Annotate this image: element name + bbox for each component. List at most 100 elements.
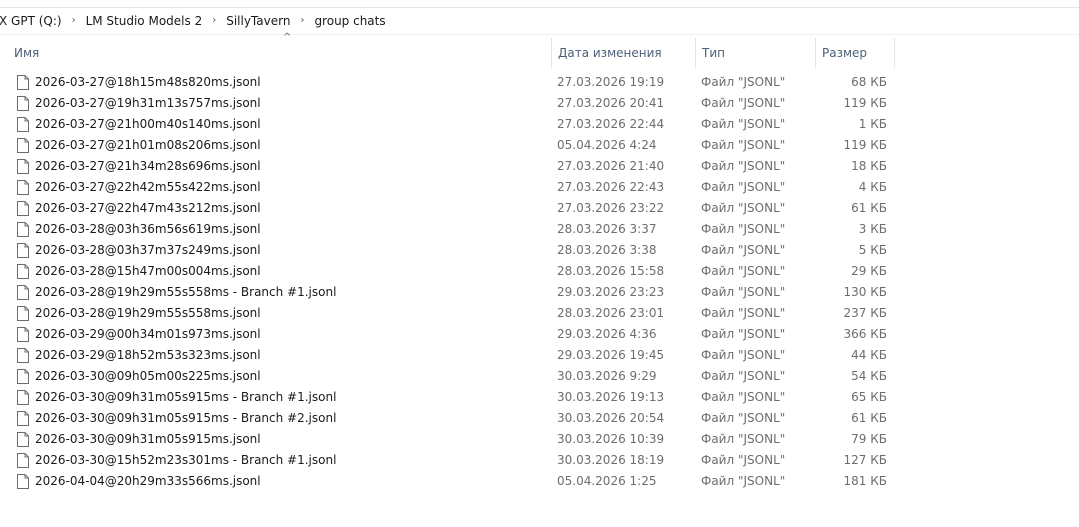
file-icon <box>17 306 29 321</box>
file-date: 27.03.2026 20:41 <box>557 96 665 110</box>
file-row[interactable]: 2026-03-27@19h31m13s757ms.jsonl 27.03.202… <box>0 93 1079 114</box>
file-icon <box>17 411 29 426</box>
file-date: 28.03.2026 15:58 <box>557 264 665 278</box>
file-size: 61 КБ <box>851 411 887 425</box>
file-row[interactable]: 2026-03-28@19h29m55s558ms.jsonl 28.03.202… <box>0 303 1079 324</box>
file-row[interactable]: 2026-04-04@20h29m33s566ms.jsonl 05.04.202… <box>0 471 1079 492</box>
file-row[interactable]: 2026-03-28@03h36m56s619ms.jsonl 28.03.202… <box>0 219 1079 240</box>
column-headers: ^ Имя Дата изменения Тип Размер <box>0 32 1079 68</box>
file-row[interactable]: 2026-03-29@18h52m53s323ms.jsonl 29.03.202… <box>0 345 1079 366</box>
file-type: Файл "JSONL" <box>701 369 786 383</box>
column-header-size-label: Размер <box>822 46 868 60</box>
file-type: Файл "JSONL" <box>701 390 786 404</box>
file-row[interactable]: 2026-03-30@15h52m23s301ms - Branch #1.js… <box>0 450 1079 471</box>
file-date: 05.04.2026 1:25 <box>557 474 657 488</box>
file-name: 2026-03-28@15h47m00s004ms.jsonl <box>35 264 261 278</box>
file-row[interactable]: 2026-03-30@09h31m05s915ms - Branch #1.js… <box>0 387 1079 408</box>
column-header-type[interactable]: Тип <box>695 38 815 68</box>
file-date: 29.03.2026 19:45 <box>557 348 665 362</box>
file-type: Файл "JSONL" <box>701 159 786 173</box>
file-size: 61 КБ <box>851 201 887 215</box>
file-size: 130 КБ <box>843 285 887 299</box>
file-date: 30.03.2026 19:13 <box>557 390 665 404</box>
file-size: 1 КБ <box>858 117 887 131</box>
file-size: 119 КБ <box>843 138 887 152</box>
file-name: 2026-03-30@09h31m05s915ms.jsonl <box>35 432 261 446</box>
file-date: 30.03.2026 20:54 <box>557 411 665 425</box>
file-name: 2026-03-27@19h31m13s757ms.jsonl <box>35 96 261 110</box>
file-type: Файл "JSONL" <box>701 432 786 446</box>
file-row[interactable]: 2026-03-27@21h00m40s140ms.jsonl 27.03.202… <box>0 114 1079 135</box>
file-icon <box>17 159 29 174</box>
file-size: 29 КБ <box>851 264 887 278</box>
file-type: Файл "JSONL" <box>701 264 786 278</box>
file-row[interactable]: 2026-03-28@03h37m37s249ms.jsonl 28.03.202… <box>0 240 1079 261</box>
chevron-right-icon[interactable]: › <box>204 8 224 34</box>
file-icon <box>17 453 29 468</box>
file-name: 2026-03-28@03h37m37s249ms.jsonl <box>35 243 261 257</box>
file-size: 44 КБ <box>851 348 887 362</box>
file-row[interactable]: 2026-03-30@09h05m00s225ms.jsonl 30.03.202… <box>0 366 1079 387</box>
file-size: 181 КБ <box>843 474 887 488</box>
file-row[interactable]: 2026-03-27@21h34m28s696ms.jsonl 27.03.202… <box>0 156 1079 177</box>
file-icon <box>17 474 29 489</box>
file-name: 2026-03-30@09h05m00s225ms.jsonl <box>35 369 261 383</box>
column-header-name[interactable]: ^ Имя <box>8 32 551 68</box>
file-date: 27.03.2026 23:22 <box>557 201 665 215</box>
file-row[interactable]: 2026-03-27@22h42m55s422ms.jsonl 27.03.202… <box>0 177 1079 198</box>
breadcrumb-drive[interactable]: X GPT (Q:) <box>0 8 64 34</box>
file-row[interactable]: 2026-03-29@00h34m01s973ms.jsonl 29.03.202… <box>0 324 1079 345</box>
file-icon <box>17 96 29 111</box>
file-icon <box>17 285 29 300</box>
column-header-date[interactable]: Дата изменения <box>551 38 695 68</box>
file-type: Файл "JSONL" <box>701 285 786 299</box>
file-size: 54 КБ <box>851 369 887 383</box>
file-icon <box>17 75 29 90</box>
file-date: 29.03.2026 23:23 <box>557 285 665 299</box>
file-date: 30.03.2026 18:19 <box>557 453 665 467</box>
file-name: 2026-03-27@21h34m28s696ms.jsonl <box>35 159 261 173</box>
file-row[interactable]: 2026-03-27@22h47m43s212ms.jsonl 27.03.202… <box>0 198 1079 219</box>
file-type: Файл "JSONL" <box>701 96 786 110</box>
file-type: Файл "JSONL" <box>701 453 786 467</box>
address-bar[interactable]: X GPT (Q:) › LM Studio Models 2 › SillyT… <box>0 8 1079 35</box>
file-type: Файл "JSONL" <box>701 411 786 425</box>
file-type: Файл "JSONL" <box>701 348 786 362</box>
file-icon <box>17 327 29 342</box>
chevron-right-icon[interactable]: › <box>292 8 312 34</box>
file-name: 2026-03-30@09h31m05s915ms - Branch #2.js… <box>35 411 337 425</box>
file-icon <box>17 201 29 216</box>
file-date: 27.03.2026 21:40 <box>557 159 665 173</box>
file-row[interactable]: 2026-03-27@21h01m08s206ms.jsonl 05.04.202… <box>0 135 1079 156</box>
column-header-type-label: Тип <box>702 46 725 60</box>
file-row[interactable]: 2026-03-28@15h47m00s004ms.jsonl 28.03.202… <box>0 261 1079 282</box>
file-icon <box>17 264 29 279</box>
file-size: 5 КБ <box>858 243 887 257</box>
column-header-name-label: Имя <box>14 46 40 60</box>
file-size: 79 КБ <box>851 432 887 446</box>
file-type: Файл "JSONL" <box>701 474 786 488</box>
file-type: Файл "JSONL" <box>701 117 786 131</box>
column-header-size[interactable]: Размер <box>815 38 895 68</box>
file-row[interactable]: 2026-03-27@18h15m48s820ms.jsonl 27.03.202… <box>0 72 1079 93</box>
file-date: 28.03.2026 23:01 <box>557 306 665 320</box>
file-row[interactable]: 2026-03-28@19h29m55s558ms - Branch #1.js… <box>0 282 1079 303</box>
file-size: 127 КБ <box>843 453 887 467</box>
file-size: 4 КБ <box>858 180 887 194</box>
file-name: 2026-03-30@15h52m23s301ms - Branch #1.js… <box>35 453 337 467</box>
file-size: 68 КБ <box>851 75 887 89</box>
file-type: Файл "JSONL" <box>701 327 786 341</box>
file-row[interactable]: 2026-03-30@09h31m05s915ms - Branch #2.js… <box>0 408 1079 429</box>
file-name: 2026-03-27@22h42m55s422ms.jsonl <box>35 180 261 194</box>
breadcrumb-lm-studio-models[interactable]: LM Studio Models 2 <box>84 8 205 34</box>
chevron-right-icon[interactable]: › <box>64 8 84 34</box>
file-size: 65 КБ <box>851 390 887 404</box>
file-row[interactable]: 2026-03-30@09h31m05s915ms.jsonl 30.03.202… <box>0 429 1079 450</box>
file-icon <box>17 117 29 132</box>
window-top-strip <box>0 0 1079 8</box>
file-name: 2026-03-28@03h36m56s619ms.jsonl <box>35 222 261 236</box>
file-date: 30.03.2026 10:39 <box>557 432 665 446</box>
column-header-date-label: Дата изменения <box>558 46 662 60</box>
file-name: 2026-03-29@18h52m53s323ms.jsonl <box>35 348 261 362</box>
breadcrumb-group-chats[interactable]: group chats <box>312 8 387 34</box>
